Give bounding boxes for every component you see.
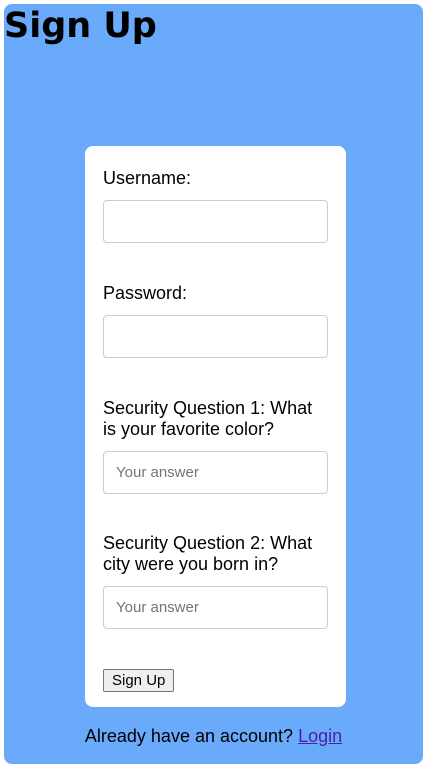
security-question-1-label: Security Question 1: What is your favori… [103,398,313,439]
security-question-2-input[interactable] [103,586,328,629]
security-question-2-label: Security Question 2: What city were you … [103,533,313,574]
login-prompt: Already have an account? Login [4,725,423,747]
page-container: Sign Up Username: Password: Security Que… [4,4,423,764]
security-question-1-input[interactable] [103,451,328,494]
page-title: Sign Up [4,6,157,46]
signup-button[interactable]: Sign Up [103,669,175,692]
signup-form: Username: Password: Security Question 1:… [85,146,346,707]
password-input[interactable] [103,315,328,358]
username-input[interactable] [103,200,328,243]
login-link[interactable]: Login [298,726,342,746]
password-label: Password: [103,283,188,303]
username-label: Username: [103,168,192,188]
login-prompt-text: Already have an account? [84,726,294,746]
